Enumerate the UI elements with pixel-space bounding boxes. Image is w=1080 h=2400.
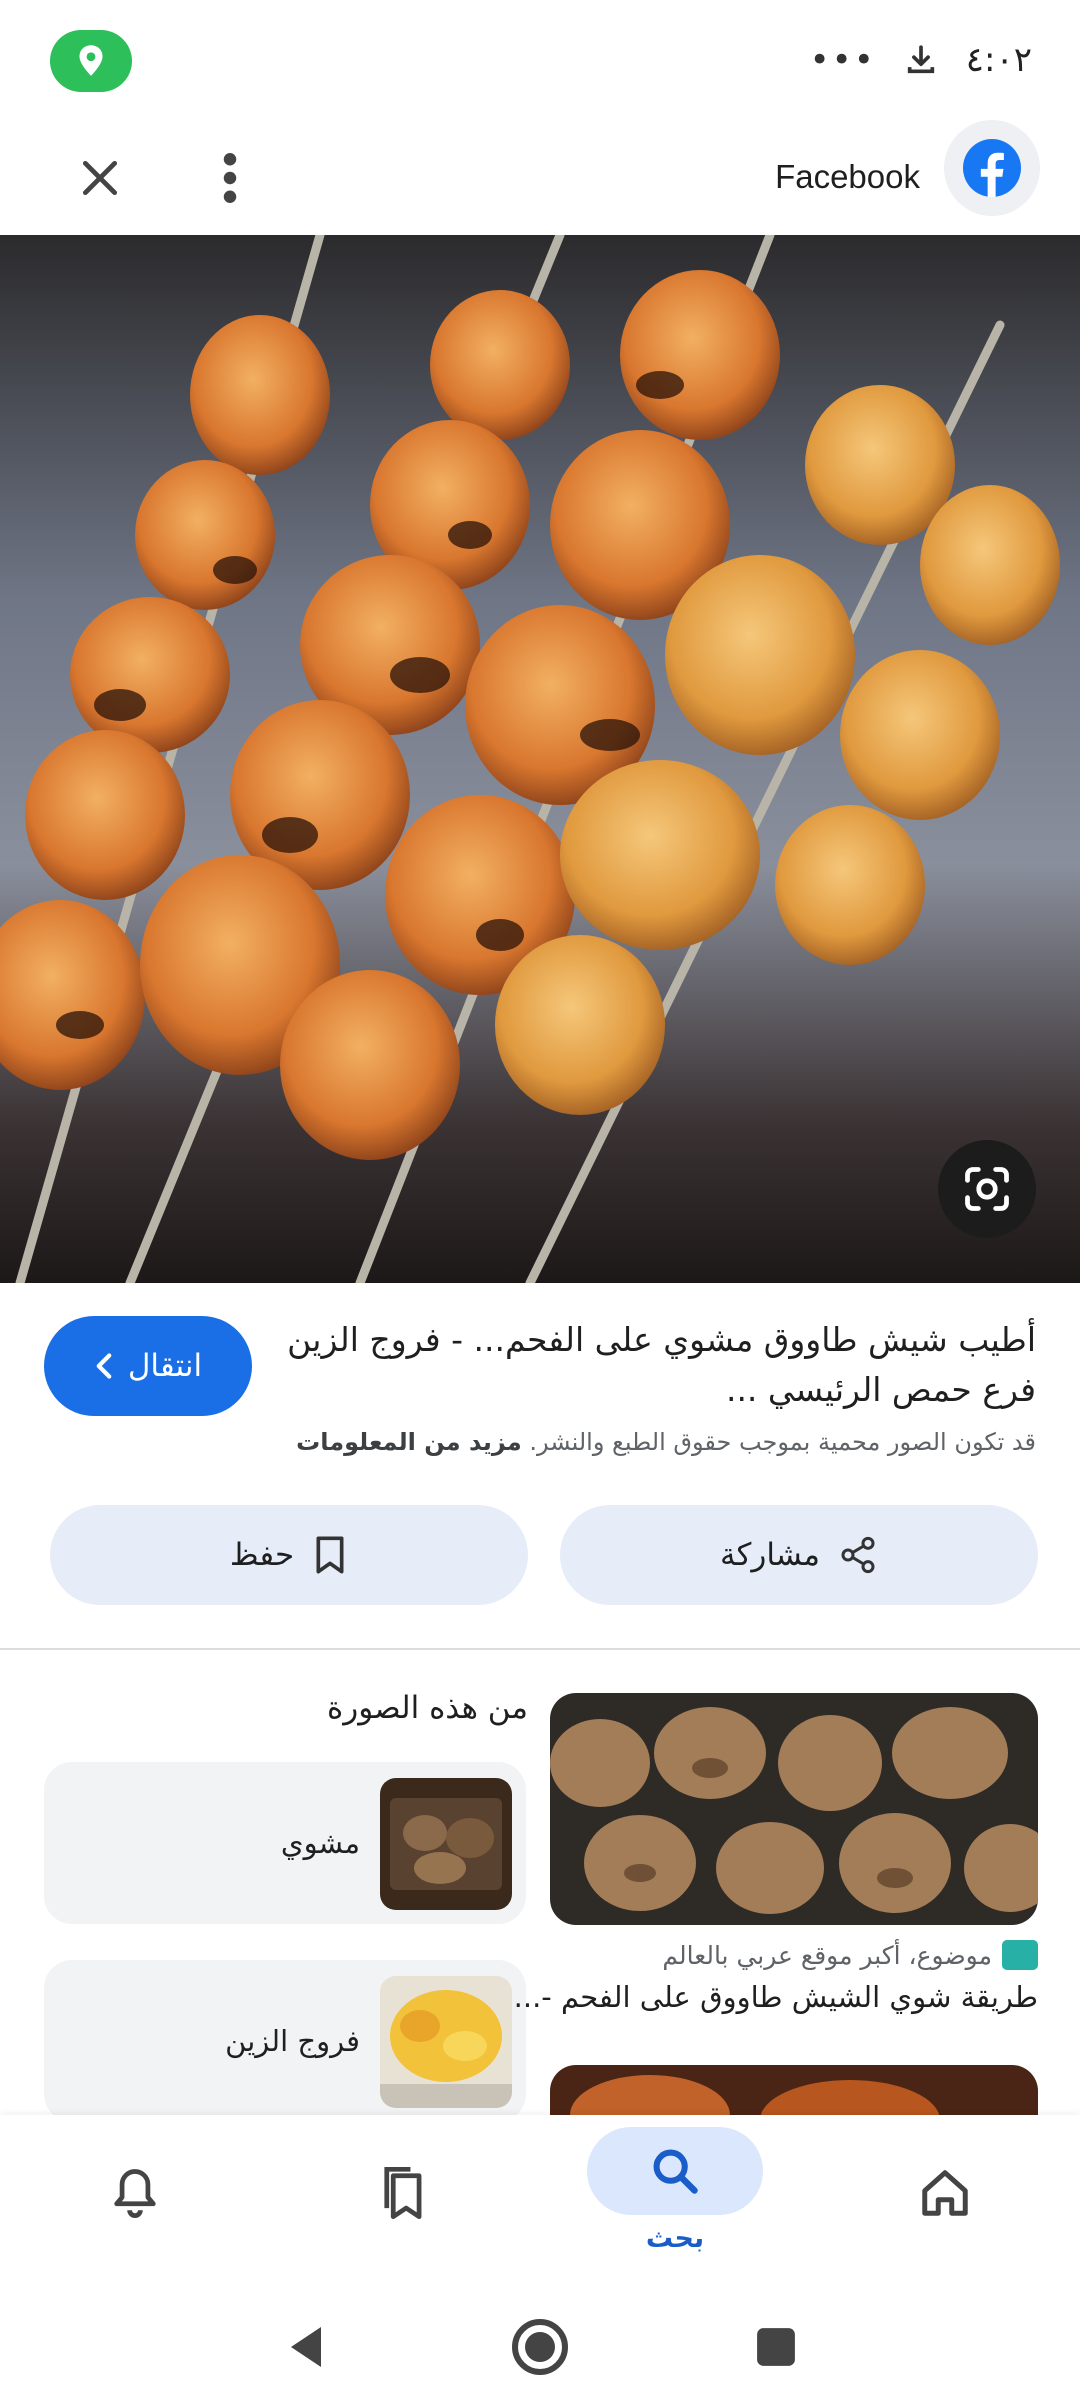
more-options-button[interactable] [190, 138, 270, 218]
copyright-notice: قد تكون الصور محمية بموجب حقوق الطبع وال… [36, 1422, 1036, 1462]
more-info-link[interactable]: مزيد من المعلومات [296, 1428, 522, 1456]
back-triangle-icon [291, 2327, 321, 2367]
visit-label: انتقال [127, 1348, 203, 1384]
more-vertical-icon [223, 153, 237, 203]
save-label: حفظ [229, 1537, 295, 1573]
nav-search-label: بحث [645, 2223, 705, 2254]
source-site-name[interactable]: Facebook [775, 142, 920, 212]
similar-image-thumbnail[interactable] [550, 1693, 1038, 1925]
chevron-left-icon [96, 1353, 112, 1379]
source-name: موضوع، أكبر موقع عربي بالعالم [662, 1940, 992, 1970]
close-button[interactable] [60, 138, 140, 218]
top-app-bar: Facebook [0, 120, 1080, 235]
related-item[interactable]: مشوي [44, 1762, 526, 1924]
lens-search-button[interactable] [938, 1140, 1036, 1238]
related-item-label: فروج الزين [225, 2024, 360, 2058]
nav-home[interactable] [895, 2115, 995, 2287]
close-icon [82, 160, 118, 196]
location-indicator [50, 30, 132, 92]
similar-image-title[interactable]: طريقة شوي الشيش طاووق على الفحم -... [514, 1980, 1038, 2014]
facebook-logo-icon [963, 139, 1021, 197]
system-home-button[interactable] [500, 2307, 580, 2387]
similar-image-source: موضوع، أكبر موقع عربي بالعالم [662, 1940, 1038, 1970]
nav-search[interactable]: بحث [585, 2115, 765, 2287]
status-bar: ••• ٤:٠٢ [0, 0, 1080, 120]
bell-icon [114, 2169, 156, 2218]
nav-search-indicator [587, 2127, 763, 2215]
collections-icon [384, 2166, 422, 2220]
related-heading: من هذه الصورة [327, 1690, 528, 1726]
main-result-image[interactable] [0, 235, 1080, 1283]
related-thumbnail [380, 1976, 512, 2108]
home-circle-icon [512, 2319, 568, 2375]
share-icon [841, 1536, 875, 1574]
nav-notifications[interactable] [85, 2115, 185, 2287]
notification-dots-icon: ••• [809, 40, 876, 80]
search-icon [653, 2149, 698, 2194]
related-thumbnail [380, 1778, 512, 1910]
bookmark-icon [316, 1536, 344, 1574]
location-pin-icon [79, 45, 103, 76]
nav-saved[interactable] [354, 2115, 454, 2287]
copyright-text: قد تكون الصور محمية بموجب حقوق الطبع وال… [529, 1428, 1036, 1456]
section-divider [0, 1648, 1080, 1650]
skewers-photo [0, 235, 1080, 1283]
share-label: مشاركة [719, 1537, 821, 1573]
result-title[interactable]: أطيب شيش طاووق مشوي على الفحم... - فروج … [256, 1315, 1036, 1415]
save-button[interactable]: حفظ [50, 1505, 528, 1605]
system-back-button[interactable] [265, 2307, 345, 2387]
visit-button[interactable]: انتقال [44, 1316, 252, 1416]
lens-icon [965, 1167, 1009, 1211]
recents-square-icon [757, 2328, 795, 2366]
home-icon [922, 2170, 968, 2216]
source-site-avatar[interactable] [944, 120, 1040, 216]
system-navigation-bar [0, 2287, 1080, 2400]
status-time: ٤:٠٢ [965, 40, 1032, 80]
related-item-label: مشوي [280, 1826, 360, 1860]
share-button[interactable]: مشاركة [560, 1505, 1038, 1605]
source-logo-icon [1002, 1940, 1038, 1970]
related-item[interactable]: فروج الزين [44, 1960, 526, 2122]
system-recents-button[interactable] [736, 2307, 816, 2387]
download-icon [907, 45, 934, 74]
status-icons: ••• ٤:٠٢ [810, 34, 1032, 86]
bottom-navigation: بحث [0, 2115, 1080, 2287]
